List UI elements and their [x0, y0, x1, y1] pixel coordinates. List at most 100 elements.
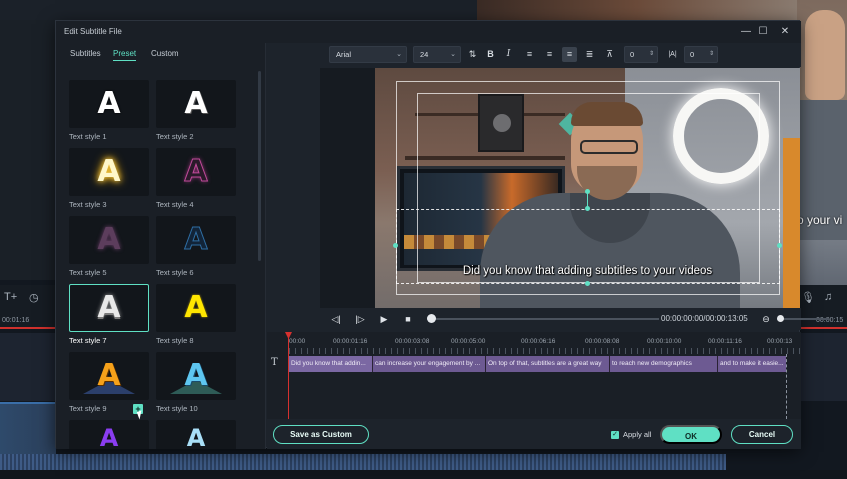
close-button[interactable]: ✕ — [778, 25, 792, 39]
minimize-button[interactable]: — — [739, 25, 753, 39]
maximize-button[interactable]: ☐ — [756, 25, 770, 39]
subtitle-clip[interactable]: Did you know that addin... — [288, 356, 372, 372]
align-left-icon[interactable]: ≡ — [522, 47, 537, 62]
step-back-icon[interactable]: ◁| — [329, 312, 343, 326]
bg-media-panel — [0, 20, 60, 280]
preview-area: Did you know that adding subtitles to yo… — [320, 68, 800, 326]
tab-preset[interactable]: Preset — [113, 49, 137, 61]
preset-glyph: A — [97, 86, 121, 121]
subtitle-clip[interactable]: to reach new demographics — [609, 356, 717, 372]
zoom-out-icon[interactable]: ⊖ — [759, 312, 773, 326]
save-as-custom-button[interactable]: Save as Custom — [273, 425, 369, 444]
mic-icon[interactable]: 🎙 — [801, 291, 815, 304]
preset-label: Text style 7 — [69, 336, 107, 345]
preset-tile-10[interactable]: A — [156, 352, 236, 400]
preset-glyph: A — [184, 86, 208, 121]
preset-glyph: A — [184, 154, 208, 189]
video-frame[interactable]: Did you know that adding subtitles to yo… — [375, 68, 800, 326]
align-middle-icon[interactable]: ≡ — [562, 47, 577, 62]
preset-tile-9[interactable]: A — [69, 352, 149, 400]
subtitle-clip[interactable]: and to make it easie... — [717, 356, 786, 372]
preset-tile-11[interactable]: A — [69, 420, 149, 449]
align-justify-icon[interactable]: ≣ — [582, 47, 597, 62]
align-center-icon[interactable]: ≡ — [542, 47, 557, 62]
preset-tile-6[interactable]: A — [156, 216, 236, 264]
subtitle-clip[interactable]: can increase your engagement by ... — [372, 356, 485, 372]
line-spacing-icon[interactable]: |A| — [665, 47, 680, 62]
font-size-select[interactable]: 24 ⌄ — [413, 46, 461, 63]
cancel-button[interactable]: Cancel — [731, 425, 793, 444]
bg-playhead-line — [0, 327, 56, 329]
ok-button[interactable]: OK — [660, 425, 722, 444]
resize-handle-left[interactable] — [393, 243, 398, 248]
preset-tile-1[interactable]: A — [69, 80, 149, 128]
play-icon[interactable]: ▶ — [377, 312, 391, 326]
preset-label: Text style 1 — [69, 132, 107, 141]
add-text-icon[interactable]: T+ — [4, 291, 17, 303]
preset-glyph: A — [184, 290, 208, 325]
audio-mixer-icon[interactable]: ♫ — [824, 291, 832, 303]
preset-tile-8[interactable]: A — [156, 284, 236, 332]
preset-tile-12[interactable]: A — [156, 420, 236, 449]
edit-subtitle-dialog: Edit Subtitle File — ☐ ✕ Subtitles Prese… — [55, 20, 829, 449]
timecode: 00:00:00:00/00:00:13:05 — [661, 314, 748, 323]
stop-icon[interactable]: ■ — [401, 312, 415, 326]
scrubber-knob[interactable] — [427, 314, 436, 323]
bg-preview-strip — [477, 0, 797, 20]
preset-glyph: A — [99, 424, 119, 449]
ruler-label: 00:00 — [289, 338, 306, 345]
timeline-playhead[interactable] — [288, 332, 289, 419]
subtitle-timeline: 00:00 00:00:01:16 00:00:03:08 00:00:05:0… — [267, 332, 801, 419]
bg-video-clip[interactable] — [0, 402, 56, 454]
ruler-label: 00:00:06:16 — [521, 338, 556, 345]
dialog-titlebar: Edit Subtitle File — ☐ ✕ — [56, 21, 801, 43]
speed-icon[interactable]: ◷ — [29, 291, 39, 304]
char-spacing-input[interactable]: 0 ⇕ — [624, 46, 658, 63]
zoom-knob[interactable] — [777, 315, 784, 322]
resize-handle-bottom[interactable] — [585, 281, 590, 286]
zoom-slider[interactable] — [777, 318, 829, 320]
baseline-icon[interactable]: ⊼ — [602, 47, 617, 62]
bg-audio-waveform — [0, 454, 726, 470]
line-spacing-input[interactable]: 0 ⇕ — [684, 46, 718, 63]
text-size-icon[interactable]: ⇅ — [465, 47, 480, 62]
preset-label: Text style 10 — [156, 404, 198, 413]
char-spacing-value: 0 — [630, 50, 635, 59]
preset-label: Text style 6 — [156, 268, 194, 277]
italic-button[interactable]: I — [501, 47, 516, 62]
bg-playhead-line — [797, 327, 847, 329]
preset-glyph: A — [184, 358, 208, 393]
chevron-down-icon: ⌄ — [396, 51, 402, 58]
preset-tile-7[interactable]: A — [69, 284, 149, 332]
preset-tile-5[interactable]: A — [69, 216, 149, 264]
rotate-handle[interactable] — [585, 189, 590, 194]
preset-tile-2[interactable]: A — [156, 80, 236, 128]
playback-scrubber[interactable] — [427, 318, 659, 320]
font-family-value: Arial — [336, 50, 352, 59]
bold-button[interactable]: B — [483, 47, 498, 62]
bg-preview-video — [797, 0, 847, 290]
stepper-icon: ⇕ — [648, 51, 654, 57]
preset-label: Text style 9 — [69, 404, 107, 413]
apply-all-checkbox[interactable]: ✓ — [611, 431, 619, 439]
preset-tile-3[interactable]: A — [69, 148, 149, 196]
apply-all-label[interactable]: Apply all — [623, 430, 651, 439]
resize-handle-right[interactable] — [777, 243, 782, 248]
tab-custom[interactable]: Custom — [151, 49, 179, 58]
subtitle-clip[interactable]: On top of that, subtitles are a great wa… — [485, 356, 609, 372]
step-forward-icon[interactable]: |▷ — [353, 312, 367, 326]
font-family-select[interactable]: Arial ⌄ — [329, 46, 407, 63]
chevron-down-icon: ⌄ — [450, 51, 456, 58]
preset-tile-4[interactable]: A — [156, 148, 236, 196]
mouse-cursor-icon — [136, 410, 145, 420]
subtitle-preview-text[interactable]: Did you know that adding subtitles to yo… — [375, 265, 800, 277]
preset-scrollbar[interactable] — [258, 71, 261, 261]
transport-bar: ◁| |▷ ▶ ■ 00:00:00:00/00:00:13:05 ⊖ — [267, 308, 829, 330]
preset-label: Text style 2 — [156, 132, 194, 141]
resize-handle-top[interactable] — [585, 206, 590, 211]
ruler-label: 00:00:10:00 — [647, 338, 682, 345]
tab-subtitles[interactable]: Subtitles — [70, 49, 101, 58]
app-window: o your vi T+ ◷ 🎙 ♫ 00:01:16 00:00:15 Edi… — [0, 0, 847, 479]
dialog-title: Edit Subtitle File — [64, 27, 122, 36]
preset-label: Text style 5 — [69, 268, 107, 277]
